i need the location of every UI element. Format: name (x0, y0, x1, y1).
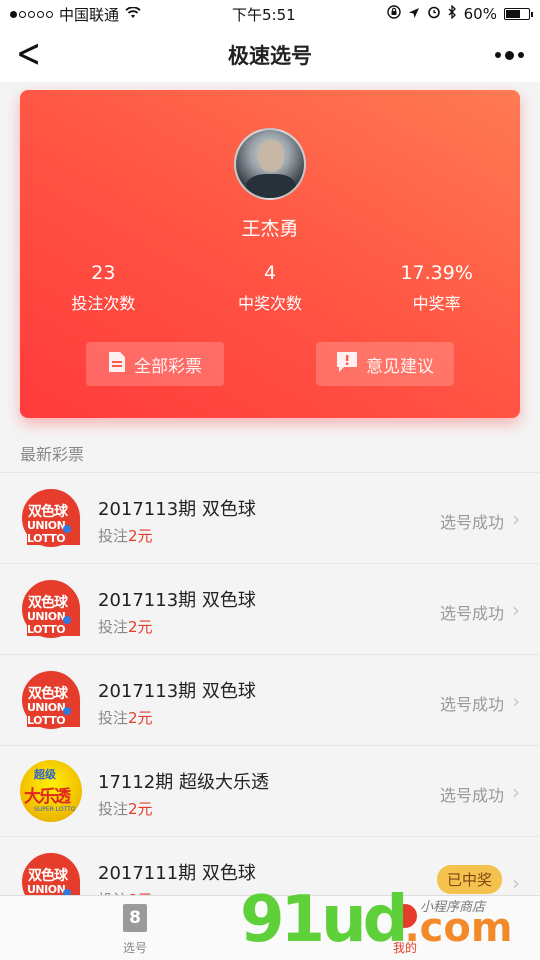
bluetooth-icon (448, 4, 457, 23)
page-title: 极速选号 (228, 44, 312, 68)
stat-win-count: 4 中奖次数 (187, 262, 354, 314)
chevron-right-icon: › (512, 689, 520, 713)
union-lotto-logo: 双色球UNION LOTTO (20, 669, 82, 731)
ticket-status: 选号成功 (439, 786, 504, 805)
nav-bar: < 极速选号 (0, 28, 540, 82)
document-icon (108, 351, 126, 378)
ticket-status: 选号成功 (439, 513, 504, 532)
stat-label: 投注次数 (71, 294, 136, 313)
more-menu-icon[interactable] (495, 50, 524, 60)
feedback-button[interactable]: 意见建议 (316, 342, 454, 386)
tab-label: 选号 (122, 941, 147, 955)
rotation-lock-icon (386, 5, 401, 23)
list-item[interactable]: 超级 大乐透 SUPER LOTTO 17112期 超级大乐透 投注2元 选号成功 … (0, 746, 540, 837)
signal-icon (10, 10, 53, 18)
stat-value: 4 (263, 262, 277, 284)
battery-icon (503, 8, 533, 20)
stat-win-rate: 17.39% 中奖率 (353, 262, 520, 314)
all-tickets-button[interactable]: 全部彩票 (86, 342, 224, 386)
all-tickets-label: 全部彩票 (134, 356, 202, 377)
profile-card: 王杰勇 23 投注次数 4 中奖次数 17.39% 中奖率 全部彩票 意见建议 (20, 90, 520, 418)
ticket-bet: 投注2元 (98, 527, 153, 545)
ticket-title: 2017111期 双色球 (98, 863, 256, 884)
stat-label: 中奖次数 (238, 294, 303, 313)
union-lotto-logo: 双色球UNION LOTTO (20, 578, 82, 640)
list-item[interactable]: 双色球 UNION LOTTO 2017113期 双色球 投注2元 选号成功 › (0, 564, 540, 655)
list-item[interactable]: 双色球 UNION LOTTO 2017113期 双色球 投注2元 选号成功 › (0, 655, 540, 746)
watermark-subtitle: 小程序商店 (420, 900, 486, 915)
ticket-title: 2017113期 双色球 (98, 681, 256, 702)
number-card-icon: 8 (123, 904, 147, 932)
user-name: 王杰勇 (241, 218, 299, 240)
wifi-icon (125, 5, 141, 23)
stat-label: 中奖率 (412, 294, 461, 313)
stats-row: 23 投注次数 4 中奖次数 17.39% 中奖率 (20, 262, 520, 314)
feedback-icon (336, 351, 358, 378)
avatar (234, 128, 306, 200)
ticket-title: 2017113期 双色球 (98, 590, 256, 611)
location-icon (408, 5, 420, 23)
stat-value: 17.39% (400, 262, 473, 284)
section-title: 最新彩票 (20, 445, 85, 464)
feedback-label: 意见建议 (366, 356, 434, 377)
ticket-title: 2017113期 双色球 (98, 499, 256, 520)
list-item[interactable]: 双色球 UNION LOTTO 2017113期 双色球 投注2元 选号成功 › (0, 473, 540, 564)
ticket-status: 选号成功 (439, 604, 504, 623)
status-bar: 中国联通 下午5:51 60% (0, 0, 540, 28)
clock-label: 下午5:51 (231, 5, 296, 24)
ticket-status: 选号成功 (439, 695, 504, 714)
ticket-bet: 投注2元 (98, 800, 153, 818)
carrier-label: 中国联通 (59, 5, 120, 24)
super-lotto-logo: 超级 大乐透 SUPER LOTTO (20, 760, 82, 822)
ticket-bet: 投注2元 (98, 618, 153, 636)
chevron-right-icon: › (512, 507, 520, 531)
back-icon[interactable]: < (16, 35, 41, 75)
stat-value: 23 (91, 262, 116, 284)
alarm-icon (427, 5, 441, 23)
chevron-right-icon: › (512, 780, 520, 804)
ticket-list: 双色球 UNION LOTTO 2017113期 双色球 投注2元 选号成功 › … (0, 472, 540, 928)
ticket-bet: 投注2元 (98, 709, 153, 727)
stat-bet-count: 23 投注次数 (20, 262, 187, 314)
ticket-title: 17112期 超级大乐透 (98, 772, 269, 793)
chevron-right-icon: › (512, 598, 520, 622)
union-lotto-logo: 双色球UNION LOTTO (20, 487, 82, 549)
chevron-right-icon: › (512, 871, 520, 895)
tab-pick-numbers[interactable]: 8 选号 (0, 896, 270, 960)
battery-percent: 60% (463, 5, 497, 23)
